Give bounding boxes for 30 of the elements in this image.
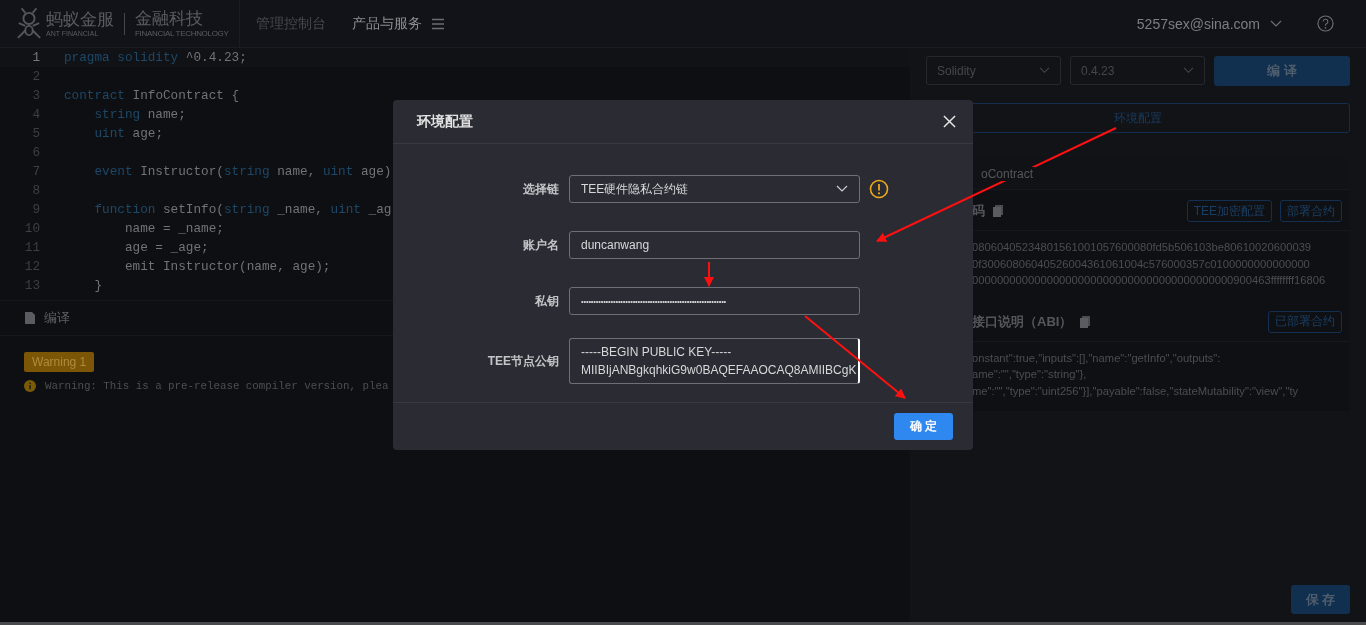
- code-line: uint age;: [93, 126, 163, 141]
- field-label: TEE节点公钥: [486, 352, 560, 370]
- output-text-line: me":"","type":"uint256"}],"payable":false,"stateMutability":"view","ty: [972, 383, 1300, 399]
- code-line: contract InfoContract {: [64, 88, 240, 103]
- code-line: name = _name;: [123, 221, 224, 236]
- dialog-title: 环境配置: [417, 112, 473, 131]
- code-line: event Instructor(string name, uint age): [93, 164, 392, 179]
- logo-product-text: 金融科技: [135, 9, 204, 29]
- logo-brand-text: 蚂蚁金服: [46, 10, 114, 30]
- field-label: 选择链: [522, 180, 560, 198]
- code-line: function setInfo(string _name, uint _ag: [93, 202, 392, 217]
- contract-name: oContract: [979, 166, 1036, 181]
- section-title: 码: [972, 202, 985, 220]
- output-text-line: 08060405234801561001057600080fd5b506103be80610020600039: [972, 240, 1313, 255]
- code-line: emit Instructor(name, age);: [123, 259, 331, 274]
- code-line: }: [93, 278, 103, 293]
- output-text-line: ame":"","type":"string"},: [972, 367, 1088, 382]
- section-title: 接口说明（ABI）: [972, 312, 1073, 331]
- output-text-line: 000000000000000000000000000000000000000000900463ffffffff16806: [972, 273, 1327, 288]
- code-line: age = _age;: [123, 240, 209, 255]
- output-text-line: 0f30060806040526004361061004c576000357c0100000000000000: [972, 256, 1311, 272]
- logo-product-subtitle: FINANCIAL TECHNOLOGY: [135, 29, 229, 38]
- code-line: pragma solidity ^0.4.23;: [64, 50, 247, 65]
- warning-count-badge: Warning 1: [24, 352, 95, 372]
- code-line: string name;: [93, 107, 186, 122]
- line-number: 1: [31, 50, 41, 65]
- output-text-line: onstant":true,"inputs":[],"name":"getInfo","outputs":: [972, 350, 1222, 366]
- field-label: 私钥: [534, 292, 560, 310]
- warning-message: Warning: This is a pre-release compiler version, plea: [45, 380, 389, 392]
- field-label: 账户名: [522, 236, 560, 254]
